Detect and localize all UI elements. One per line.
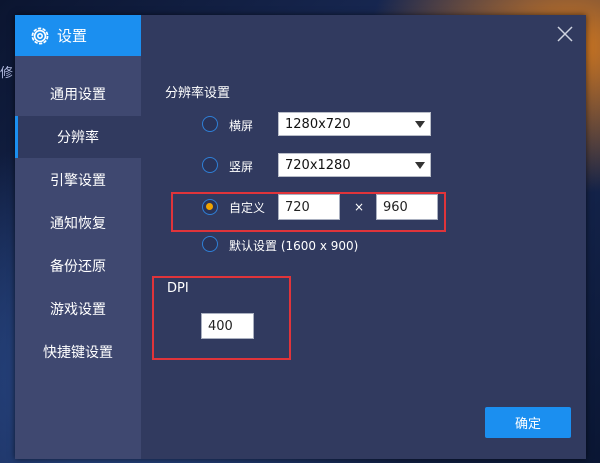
sidebar-item-resolution[interactable]: 分辨率 [15, 116, 141, 158]
dialog-titlebar: 设置 [15, 15, 586, 56]
sidebar-item-label: 快捷键设置 [43, 345, 113, 361]
landscape-radio[interactable] [202, 116, 218, 132]
sidebar-item-label: 通知恢复 [50, 216, 106, 232]
sidebar-item-notification[interactable]: 通知恢复 [15, 202, 141, 244]
dpi-title: DPI [167, 281, 189, 296]
default-label: 默认设置 (1600 x 900) [229, 239, 359, 253]
custom-height-input[interactable] [376, 194, 438, 220]
settings-sidebar: 通用设置 分辨率 引擎设置 通知恢复 备份还原 游戏设置 快捷键设置 [15, 56, 141, 459]
dpi-input[interactable] [201, 313, 254, 339]
background-partial-text: 修 [0, 66, 14, 81]
sidebar-item-label: 备份还原 [50, 259, 106, 275]
settings-content: 分辨率设置 横屏 1280x720 竖屏 720x1280 自定义 × 默认设置… [141, 56, 586, 459]
portrait-resolution-select[interactable]: 720x1280 [278, 153, 431, 177]
custom-label: 自定义 [229, 201, 266, 215]
radio-selected-dot [206, 203, 213, 210]
confirm-button[interactable]: 确定 [485, 407, 571, 438]
landscape-resolution-select[interactable]: 1280x720 [278, 112, 431, 136]
sidebar-item-label: 游戏设置 [50, 302, 106, 318]
custom-radio[interactable] [202, 199, 218, 215]
sidebar-item-engine[interactable]: 引擎设置 [15, 159, 141, 201]
default-radio[interactable] [202, 236, 218, 252]
gear-icon [31, 27, 49, 44]
title-tab: 设置 [15, 15, 141, 56]
close-icon[interactable] [554, 23, 576, 45]
settings-dialog: 设置 通用设置 分辨率 引擎设置 通知恢复 备份还原 游戏设置 快捷键设置 分辨… [15, 15, 586, 459]
sidebar-item-label: 分辨率 [57, 130, 99, 146]
sidebar-item-general[interactable]: 通用设置 [15, 73, 141, 115]
chevron-down-icon [415, 121, 425, 128]
chevron-down-icon [415, 162, 425, 169]
select-value: 1280x720 [285, 117, 351, 132]
select-value: 720x1280 [285, 158, 351, 173]
sidebar-item-shortcuts[interactable]: 快捷键设置 [15, 331, 141, 373]
portrait-label: 竖屏 [229, 160, 254, 174]
resolution-section-title: 分辨率设置 [165, 86, 231, 101]
portrait-radio[interactable] [202, 157, 218, 173]
landscape-label: 横屏 [229, 119, 254, 133]
dialog-title: 设置 [57, 27, 88, 45]
sidebar-item-label: 通用设置 [50, 87, 106, 103]
times-separator: × [354, 200, 365, 214]
active-indicator [15, 116, 18, 158]
sidebar-item-backup[interactable]: 备份还原 [15, 245, 141, 287]
custom-width-input[interactable] [278, 194, 340, 220]
sidebar-item-game[interactable]: 游戏设置 [15, 288, 141, 330]
sidebar-item-label: 引擎设置 [50, 173, 106, 189]
